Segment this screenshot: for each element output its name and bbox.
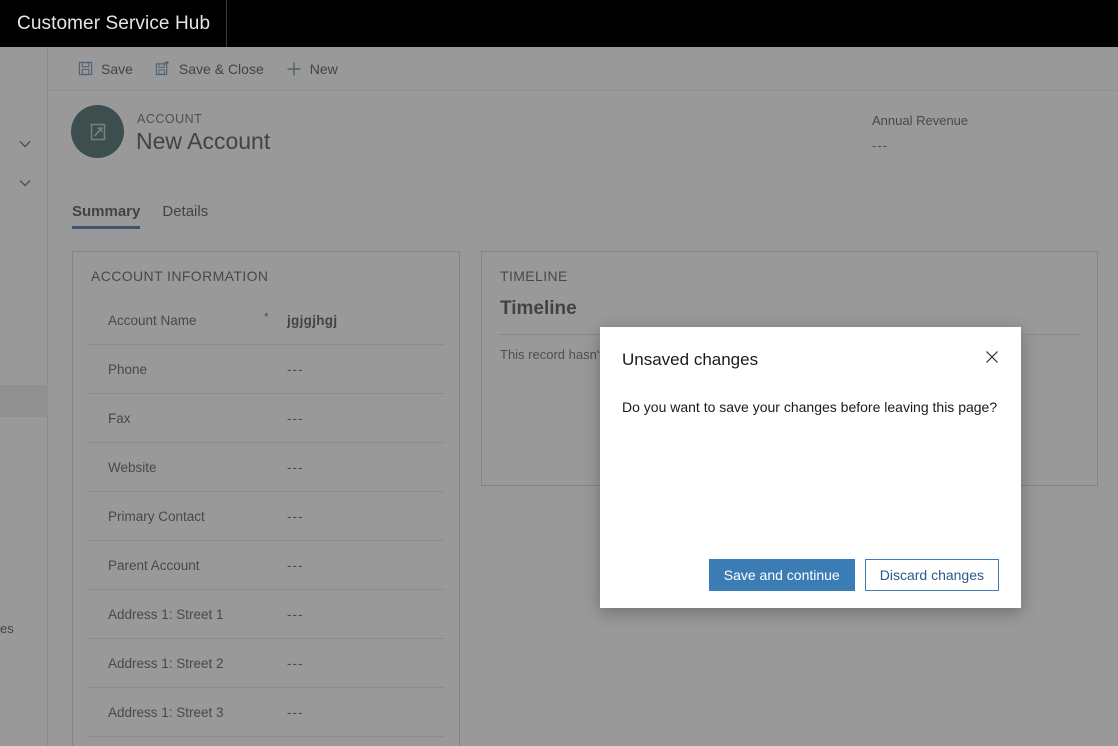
save-and-continue-button[interactable]: Save and continue xyxy=(708,559,855,591)
close-icon[interactable] xyxy=(975,341,1009,373)
app-header-bar: Customer Service Hub xyxy=(0,0,1118,47)
app-title: Customer Service Hub xyxy=(17,12,211,34)
dialog-title: Unsaved changes xyxy=(622,350,759,369)
discard-changes-button[interactable]: Discard changes xyxy=(864,559,999,591)
dialog-actions: Save and continue Discard changes xyxy=(600,559,999,591)
app-header-divider xyxy=(226,0,228,47)
dialog-message: Do you want to save your changes before … xyxy=(622,399,998,415)
unsaved-changes-dialog: Unsaved changes Do you want to save your… xyxy=(600,327,1021,608)
app-root: Customer Service Hub es xyxy=(0,0,1118,746)
